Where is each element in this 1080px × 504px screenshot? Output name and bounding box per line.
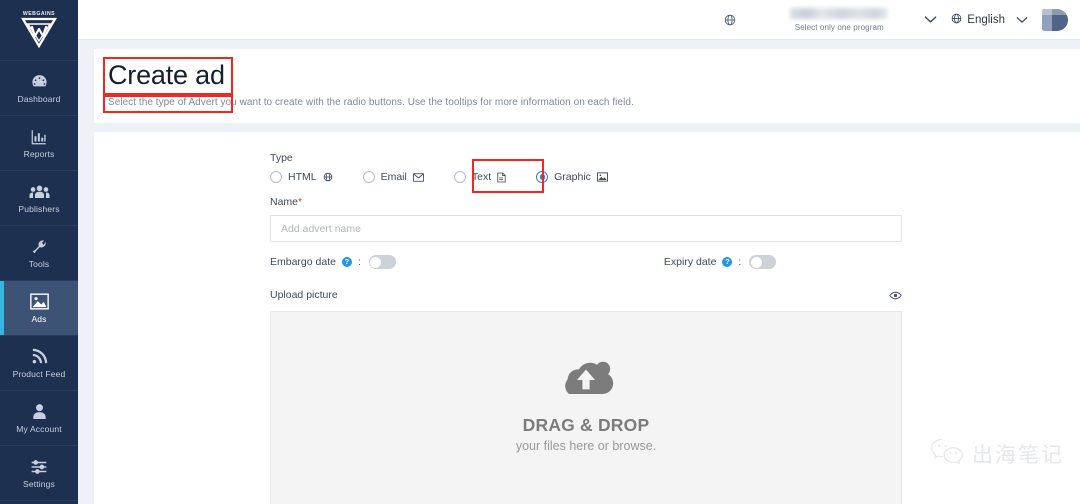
expiry-date-toggle[interactable] [749,255,777,269]
embargo-colon: : [357,256,361,268]
page-header-card: Create ad Select the type of Advert you … [94,49,1080,123]
radio-label: Graphic [554,171,591,183]
upload-picture-header: Upload picture [270,289,902,301]
advert-name-input[interactable] [270,215,902,242]
sidebar-item-product-feed[interactable]: Product Feed [0,336,78,391]
dropzone-subtitle: your files here or browse. [515,439,657,453]
page-title: Create ad [108,60,225,90]
info-question-icon[interactable]: ? [341,257,352,267]
radio-label: Email [380,171,407,183]
radio-circle [453,171,466,183]
sidebar-navigation: WEBGAINS Dashboard Reports Publishers To… [0,0,78,504]
brand-logo[interactable]: WEBGAINS [0,0,78,61]
language-selector[interactable]: English [951,13,1028,27]
sidebar-item-label: My Account [16,424,62,435]
globe-icon[interactable] [724,14,736,26]
bar-chart-icon [30,127,48,146]
program-caption: Select only one program [794,23,884,32]
radio-circle-selected [536,171,549,183]
application-window: WEBGAINS Dashboard Reports Publishers To… [0,0,1080,504]
image-icon [596,172,608,182]
sidebar-item-label: Ads [31,314,47,325]
sidebar-item-label: Dashboard [17,94,61,105]
sidebar-item-label: Settings [23,479,55,490]
chevron-down-icon [1016,16,1028,24]
sliders-settings-icon [30,457,48,476]
embargo-date-toggle[interactable] [368,255,396,269]
webgains-shield-logo: WEBGAINS [17,10,61,50]
radio-option-html[interactable]: HTML [270,171,333,183]
sidebar-item-publishers[interactable]: Publishers [0,171,78,226]
sidebar-item-label: Tools [28,259,50,270]
user-person-icon [32,402,47,421]
eye-icon[interactable] [889,291,902,300]
required-mark: * [298,196,303,208]
sidebar-item-label: Reports [23,149,55,160]
image-picture-icon [29,292,49,311]
sidebar-item-reports[interactable]: Reports [0,116,78,171]
sidebar-item-label: Product Feed [12,369,66,380]
radio-circle [270,171,282,183]
wrench-icon [30,237,48,256]
expiry-date-group: Expiry date ? : [663,255,777,269]
sidebar-item-settings[interactable]: Settings [0,446,78,501]
main-content: Select only one program English Create a… [78,0,1080,504]
people-group-icon [28,182,50,201]
radio-circle [362,171,375,183]
chevron-down-icon[interactable] [914,15,947,24]
radio-option-graphic[interactable]: Graphic [536,171,608,183]
file-dropzone[interactable]: DRAG & DROP your files here or browse. [270,311,902,504]
sidebar-item-my-account[interactable]: My Account [0,391,78,446]
dropzone-title: DRAG & DROP [522,415,650,435]
rss-feed-icon [31,347,48,366]
dates-row: Embargo date ? : Expiry date ? : [270,255,1002,269]
radio-label: HTML [288,171,317,183]
page-subtitle: Select the type of Advert you want to cr… [108,97,634,108]
info-question-icon[interactable]: ? [722,257,733,267]
embargo-date-group: Embargo date ? : [270,255,396,269]
program-name-redacted [790,8,889,19]
avatar[interactable] [1042,8,1068,31]
brand-wordmark: WEBGAINS [22,11,56,17]
sidebar-item-dashboard[interactable]: Dashboard [0,61,78,116]
dashboard-gauge-icon [30,72,49,91]
globe-icon [323,172,333,182]
document-icon [497,172,506,183]
sidebar-item-ads[interactable]: Ads [0,281,78,336]
sidebar-item-tools[interactable]: Tools [0,226,78,281]
expiry-date-label: Expiry date [663,256,717,268]
program-selector[interactable]: Select only one program [764,0,914,40]
cloud-upload-icon [557,355,615,404]
top-bar: Select only one program English [78,0,1080,40]
envelope-icon [412,172,424,182]
expiry-colon: : [738,256,742,268]
radio-option-email[interactable]: Email [362,171,424,183]
globe-icon [951,13,962,27]
sidebar-item-label: Publishers [18,204,60,215]
embargo-date-label: Embargo date [270,256,336,268]
name-label: Name* [270,196,303,208]
radio-option-text[interactable]: Text [453,171,506,183]
type-radio-group: HTML Email Text Graphic [270,159,1002,193]
radio-label: Text [471,171,492,183]
type-label: Type [270,152,293,164]
create-ad-form-card: Type HTML Email Text Graphic Name* Add a… [94,132,1080,504]
upload-picture-label: Upload picture [270,289,338,301]
language-label: English [967,13,1005,26]
